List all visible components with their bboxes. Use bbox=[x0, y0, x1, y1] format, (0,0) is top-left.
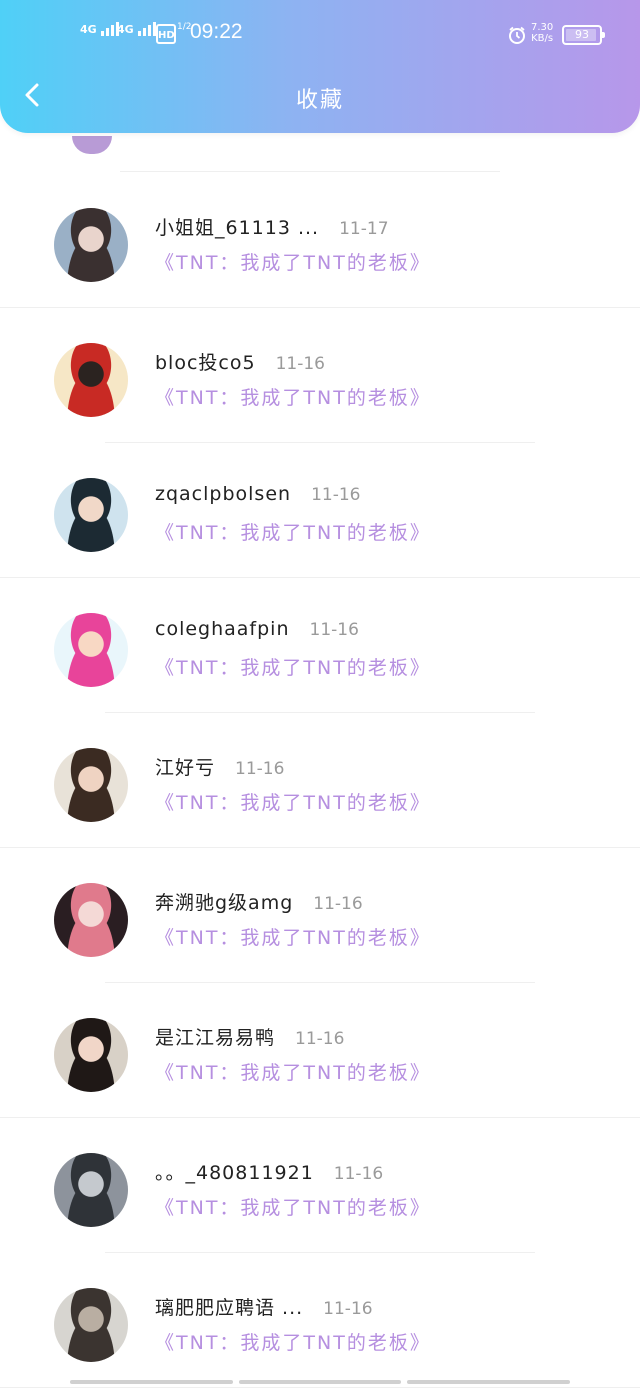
avatar[interactable] bbox=[54, 748, 128, 822]
date-label: 11-16 bbox=[313, 894, 363, 914]
user-name[interactable]: bloc投co5 bbox=[155, 348, 256, 375]
header: 4G 4G HD 1/2 09:22 7.30 KB/s 93 收藏 bbox=[0, 0, 640, 133]
book-title-link[interactable]: 《TNT：我成了TNT的老板》 bbox=[155, 383, 431, 410]
date-label: 11-16 bbox=[333, 1164, 384, 1184]
list-item[interactable]: 江好亏 11-16 《TNT：我成了TNT的老板》 bbox=[0, 712, 640, 847]
avatar[interactable] bbox=[54, 478, 128, 552]
network-type-label: 4G bbox=[117, 23, 134, 36]
book-title-link[interactable]: 《TNT：我成了TNT的老板》 bbox=[155, 653, 431, 680]
network-speed: 7.30 KB/s bbox=[531, 22, 553, 44]
speed-unit: KB/s bbox=[531, 33, 554, 44]
avatar[interactable] bbox=[54, 883, 128, 957]
user-name[interactable]: 奔溯驰g级amg bbox=[155, 888, 293, 915]
name-line: bloc投co5 11-16 bbox=[155, 348, 325, 375]
clock: 09:22 bbox=[190, 20, 243, 43]
list-item[interactable]: 奔溯驰g级amg 11-16 《TNT：我成了TNT的老板》 bbox=[0, 847, 640, 982]
user-name[interactable]: 。。_480811921 bbox=[155, 1158, 314, 1185]
book-title-link[interactable]: 《TNT：我成了TNT的老板》 bbox=[155, 788, 431, 815]
avatar[interactable] bbox=[54, 1018, 128, 1092]
list-item[interactable]: coleghaafpin 11-16 《TNT：我成了TNT的老板》 bbox=[0, 577, 640, 712]
name-line: 璃肥肥应聘语 ... 11-16 bbox=[155, 1293, 373, 1320]
book-title-link[interactable]: 《TNT：我成了TNT的老板》 bbox=[155, 923, 431, 950]
avatar[interactable] bbox=[54, 1153, 128, 1227]
list-item[interactable]: 。。_480811921 11-16 《TNT：我成了TNT的老板》 bbox=[0, 1117, 640, 1252]
alarm-icon bbox=[509, 26, 525, 44]
book-title-link[interactable]: 《TNT：我成了TNT的老板》 bbox=[155, 1328, 431, 1355]
user-name[interactable]: 江好亏 bbox=[155, 753, 215, 780]
list-item[interactable]: 璃肥肥应聘语 ... 11-16 《TNT：我成了TNT的老板》 bbox=[0, 1252, 640, 1387]
book-title-link[interactable]: 《TNT：我成了TNT的老板》 bbox=[155, 248, 431, 275]
avatar[interactable] bbox=[54, 1288, 128, 1362]
user-name[interactable]: 小姐姐_61113 ... bbox=[155, 213, 319, 240]
user-name[interactable]: coleghaafpin bbox=[155, 618, 290, 640]
date-label: 11-16 bbox=[323, 1299, 373, 1319]
date-label: 11-16 bbox=[235, 759, 285, 779]
avatar[interactable] bbox=[72, 136, 112, 154]
list-item[interactable]: zqaclpbolsen 11-16 《TNT：我成了TNT的老板》 bbox=[0, 442, 640, 577]
name-line: 江好亏 11-16 bbox=[155, 753, 284, 780]
user-name[interactable]: 璃肥肥应聘语 ... bbox=[155, 1293, 303, 1320]
battery-icon: 93 bbox=[562, 25, 605, 45]
name-line: zqaclpbolsen 11-16 bbox=[155, 483, 360, 505]
name-line: 小姐姐_61113 ... 11-17 bbox=[155, 213, 389, 240]
date-label: 11-16 bbox=[309, 620, 359, 640]
page-title: 收藏 bbox=[295, 88, 344, 113]
book-title-link[interactable]: 《TNT：我成了TNT的老板》 bbox=[155, 518, 431, 545]
list-item[interactable]: 小姐姐_61113 ... 11-17 《TNT：我成了TNT的老板》 bbox=[0, 172, 640, 307]
date-label: 11-16 bbox=[311, 485, 361, 505]
list-item[interactable]: bloc投co5 11-16 《TNT：我成了TNT的老板》 bbox=[0, 307, 640, 442]
hd-voice-icon: HD bbox=[156, 24, 176, 44]
signal-icon: 4G bbox=[117, 22, 156, 36]
user-name[interactable]: 是江江易易鸭 bbox=[155, 1023, 275, 1050]
book-title-link[interactable]: 《TNT：我成了TNT的老板》 bbox=[155, 1193, 431, 1220]
user-name[interactable]: zqaclpbolsen bbox=[155, 483, 291, 505]
name-line: 奔溯驰g级amg 11-16 bbox=[155, 888, 363, 915]
name-line: 是江江易易鸭 11-16 bbox=[155, 1023, 344, 1050]
battery-level: 93 bbox=[575, 28, 589, 41]
status-bar: 4G 4G HD 1/2 09:22 7.30 KB/s 93 bbox=[0, 0, 640, 66]
signal-icon: 4G bbox=[80, 22, 119, 36]
network-type-label: 4G bbox=[80, 23, 97, 36]
speed-value: 7.30 bbox=[531, 22, 554, 33]
scroll-indicator bbox=[70, 1380, 571, 1384]
date-label: 11-16 bbox=[295, 1029, 345, 1049]
avatar[interactable] bbox=[54, 613, 128, 687]
date-label: 11-16 bbox=[275, 354, 325, 374]
date-label: 11-17 bbox=[339, 219, 389, 239]
list-item[interactable]: 是江江易易鸭 11-16 《TNT：我成了TNT的老板》 bbox=[0, 982, 640, 1117]
name-line: coleghaafpin 11-16 bbox=[155, 618, 359, 640]
book-title-link[interactable]: 《TNT：我成了TNT的老板》 bbox=[155, 1058, 431, 1085]
avatar[interactable] bbox=[54, 208, 128, 282]
name-line: 。。_480811921 11-16 bbox=[155, 1158, 383, 1185]
avatar[interactable] bbox=[54, 343, 128, 417]
